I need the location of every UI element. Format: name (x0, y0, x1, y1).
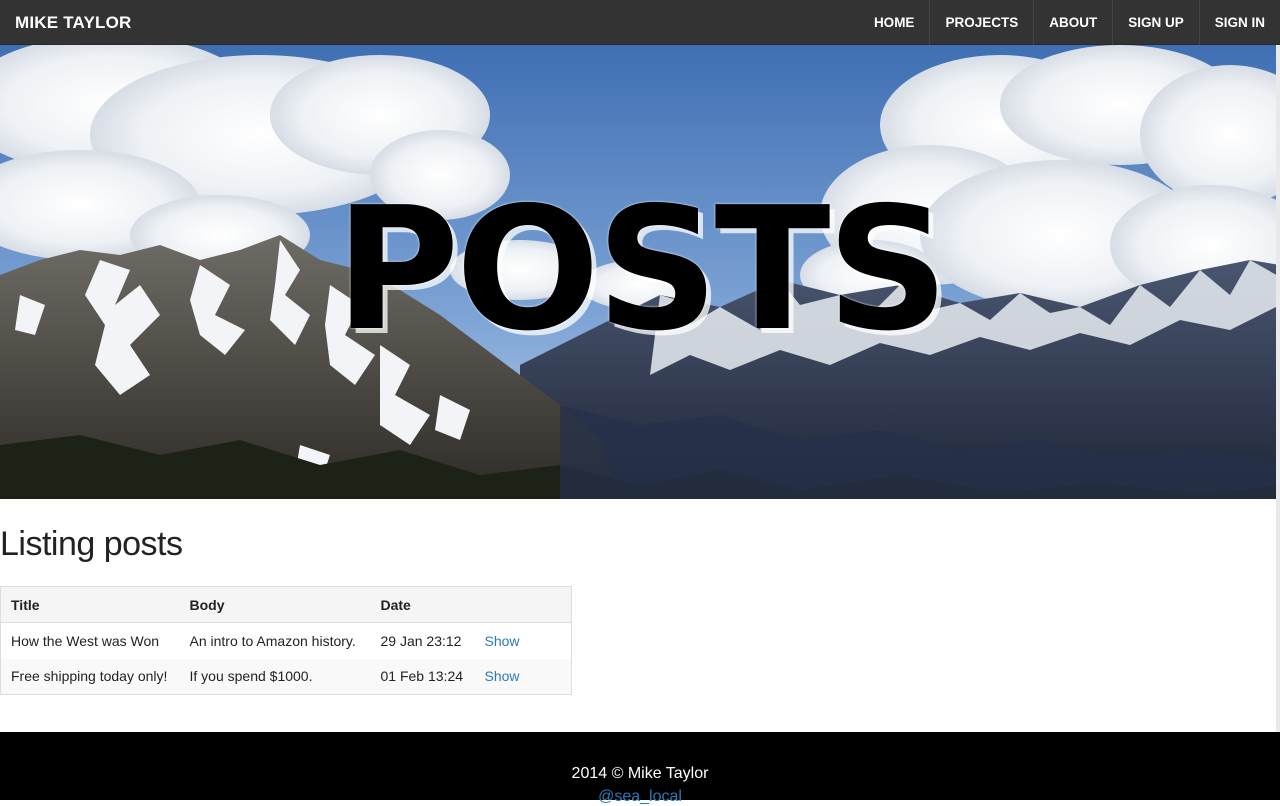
footer-social-handle-link[interactable]: @sea_local (0, 788, 1280, 806)
scrollbar-track[interactable] (1276, 45, 1280, 732)
nav-menu: HOME PROJECTS ABOUT SIGN UP SIGN IN (859, 0, 1280, 45)
posts-table: Title Body Date How the West was Won An … (0, 586, 572, 695)
post-date-cell: 01 Feb 13:24 (370, 658, 475, 695)
post-date-cell: 29 Jan 23:12 (380, 632, 462, 649)
nav-sign-in-link[interactable]: SIGN IN (1198, 0, 1280, 45)
post-action-cell: Show (475, 623, 572, 659)
column-header-actions (474, 586, 572, 623)
page-footer: 2014 © Mike Taylor @sea_local (0, 732, 1280, 805)
table-row: How the West was Won An intro to Amazon … (1, 623, 572, 659)
footer-copyright: 2014 © Mike Taylor (571, 765, 709, 782)
post-body-cell: If you spend $1000. (179, 658, 371, 695)
column-header-date: Date (370, 586, 475, 623)
table-row: Free shipping today only! If you spend $… (0, 658, 572, 695)
column-header-body: Body (179, 586, 371, 623)
nav-sign-up-link[interactable]: SIGN UP (1112, 0, 1199, 45)
table-header-row: Title Body Date (0, 586, 572, 623)
post-action-cell: Show (474, 658, 572, 695)
page-title: Listing posts (0, 525, 183, 563)
brand-link[interactable]: MIKE TAYLOR (15, 0, 132, 45)
post-title-cell: How the West was Won (11, 632, 160, 649)
post-title-cell: Free shipping today only! (0, 658, 180, 695)
nav-about-link[interactable]: ABOUT (1033, 0, 1112, 45)
show-post-link[interactable]: Show (485, 668, 520, 684)
hero-banner: POSTS (0, 45, 1280, 499)
hero-title: POSTS (335, 171, 949, 369)
post-body-cell: An intro to Amazon history. (189, 632, 356, 649)
column-header-title: Title (0, 586, 180, 623)
show-post-link[interactable]: Show (485, 633, 520, 649)
nav-home-link[interactable]: HOME (859, 0, 930, 45)
nav-projects-link[interactable]: PROJECTS (929, 0, 1033, 45)
top-navbar: MIKE TAYLOR HOME PROJECTS ABOUT SIGN UP … (0, 0, 1280, 45)
